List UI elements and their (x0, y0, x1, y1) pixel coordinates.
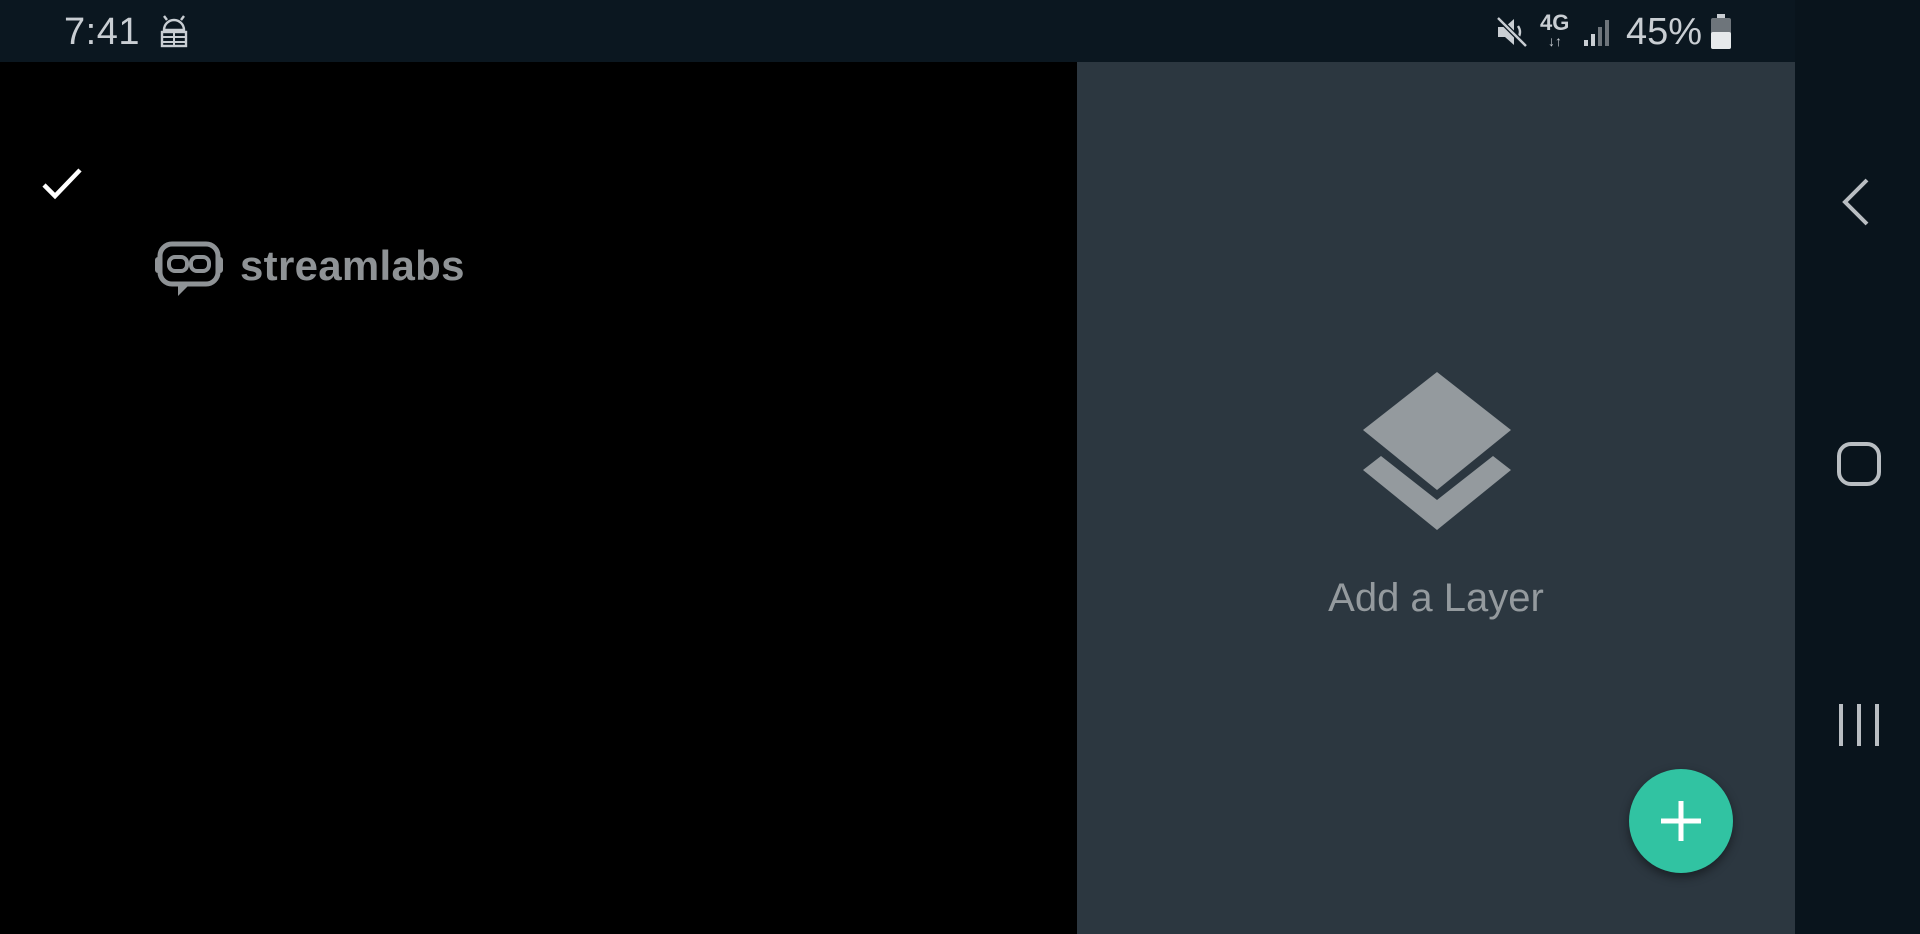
navigation-bar (1795, 0, 1920, 934)
brand-name: streamlabs (240, 242, 465, 289)
plus-icon (1661, 801, 1701, 841)
battery-percent: 45% (1626, 11, 1703, 53)
network-type: 4G (1540, 10, 1570, 35)
status-time: 7:41 (64, 11, 140, 53)
recents-icon[interactable] (1837, 702, 1881, 748)
mute-icon (1496, 16, 1528, 48)
debug-icon (160, 15, 188, 48)
network-arrows: ↓↑ (1548, 33, 1562, 49)
layers-panel: Add a Layer (1077, 62, 1795, 934)
signal-icon (1584, 20, 1609, 46)
battery-icon (1711, 14, 1731, 49)
status-bar: 7:41 4G ↓↑ 45% (0, 0, 1795, 62)
back-icon[interactable] (1837, 176, 1877, 228)
add-layer-label: Add a Layer (1328, 576, 1544, 620)
layers-icon (1363, 372, 1511, 530)
stream-preview[interactable]: streamlabs (0, 62, 1077, 934)
home-icon[interactable] (1835, 440, 1883, 488)
add-layer-button[interactable] (1629, 769, 1733, 873)
check-icon[interactable] (38, 160, 86, 208)
streamlabs-logo-icon (155, 241, 223, 296)
